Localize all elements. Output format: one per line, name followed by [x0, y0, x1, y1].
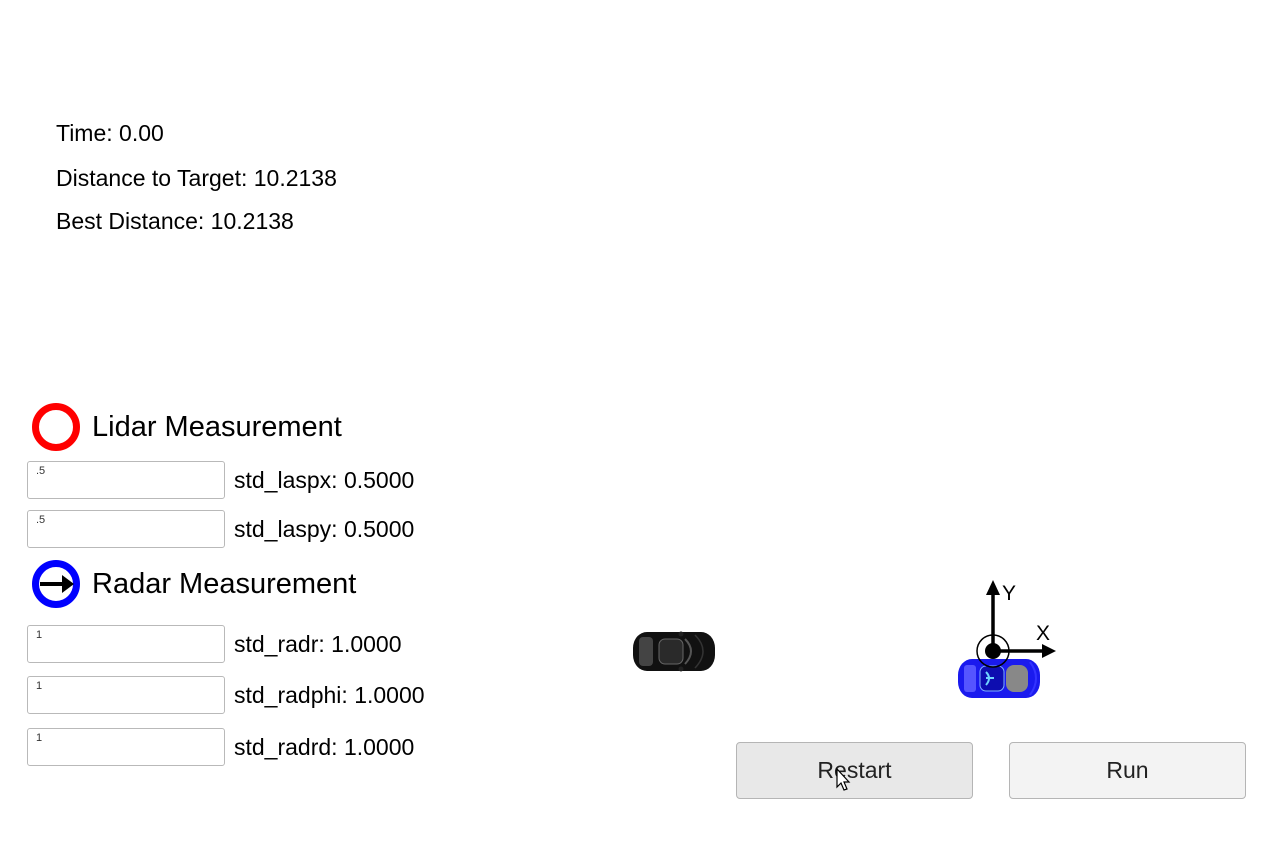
- lidar-section-header: Lidar Measurement: [30, 401, 342, 453]
- best-distance-readout: Best Distance: 10.2138: [56, 208, 294, 234]
- std-laspx-label: std_laspx: 0.5000: [234, 466, 415, 493]
- blue-ring-arrow-icon: [32, 560, 80, 608]
- time-readout: Time: 0.00: [56, 120, 164, 146]
- std-laspx-row: std_laspx: 0.5000: [27, 461, 414, 499]
- x-axis-label: X: [1036, 622, 1051, 645]
- std-laspy-row: std_laspy: 0.5000: [27, 510, 414, 548]
- std-laspx-input[interactable]: [27, 461, 225, 499]
- lidar-section-title: Lidar Measurement: [92, 410, 342, 443]
- std-laspy-label: std_laspy: 0.5000: [234, 515, 415, 542]
- std-radphi-input[interactable]: [27, 676, 225, 714]
- std-radrd-row: std_radrd: 1.0000: [27, 728, 414, 766]
- red-ring-icon: [32, 403, 80, 451]
- std-radrd-label: std_radrd: 1.0000: [234, 733, 415, 760]
- ego-car: [958, 659, 1040, 698]
- std-radrd-input[interactable]: [27, 728, 225, 766]
- std-radr-label: std_radr: 1.0000: [234, 630, 402, 657]
- radar-section-header: Radar Measurement: [30, 558, 356, 610]
- y-axis-label: Y: [1002, 582, 1017, 605]
- std-laspy-input[interactable]: [27, 510, 225, 548]
- radar-section-title: Radar Measurement: [92, 567, 357, 600]
- std-radr-row: std_radr: 1.0000: [27, 625, 402, 663]
- restart-button[interactable]: Restart: [736, 742, 973, 799]
- target-car: [633, 631, 715, 672]
- std-radphi-label: std_radphi: 1.0000: [234, 681, 425, 708]
- std-radphi-row: std_radphi: 1.0000: [27, 676, 425, 714]
- run-button[interactable]: Run: [1009, 742, 1246, 799]
- distance-to-target-readout: Distance to Target: 10.2138: [56, 165, 337, 191]
- std-radr-input[interactable]: [27, 625, 225, 663]
